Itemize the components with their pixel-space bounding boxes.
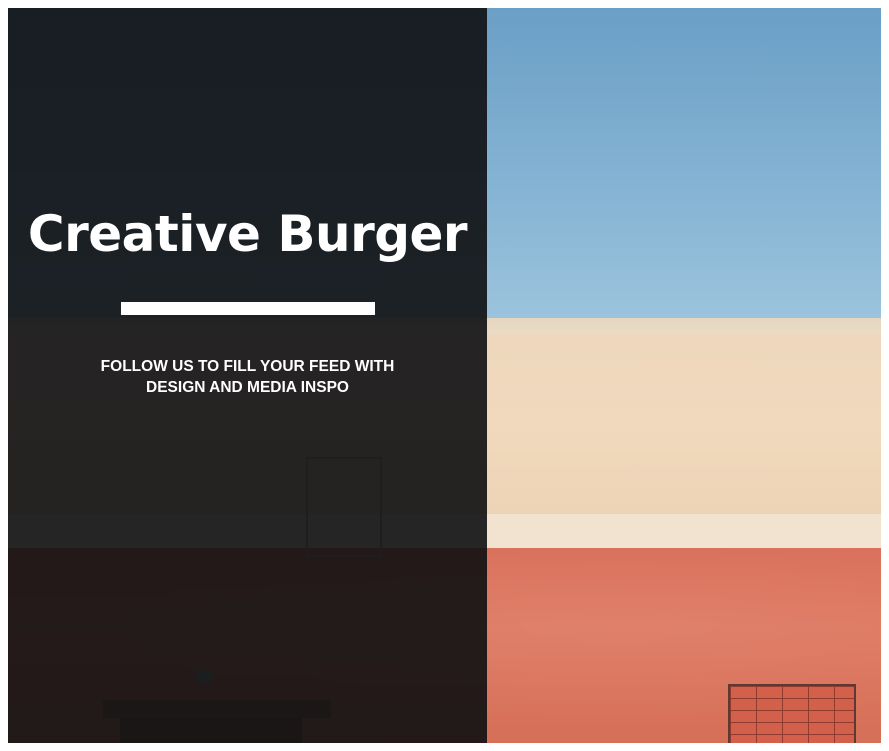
promo-graphic: Creative Burger FOLLOW US TO FILL YOUR F… [8,8,881,743]
tagline-line-2: DESIGN AND MEDIA INSPO [146,379,349,396]
tagline: FOLLOW US TO FILL YOUR FEED WITH DESIGN … [68,356,427,398]
text-overlay-panel: Creative Burger FOLLOW US TO FILL YOUR F… [8,8,487,743]
tagline-line-1: FOLLOW US TO FILL YOUR FEED WITH [100,358,395,375]
title-divider [121,302,375,315]
bricked-window [728,684,856,743]
brand-title: Creative Burger [27,205,468,263]
